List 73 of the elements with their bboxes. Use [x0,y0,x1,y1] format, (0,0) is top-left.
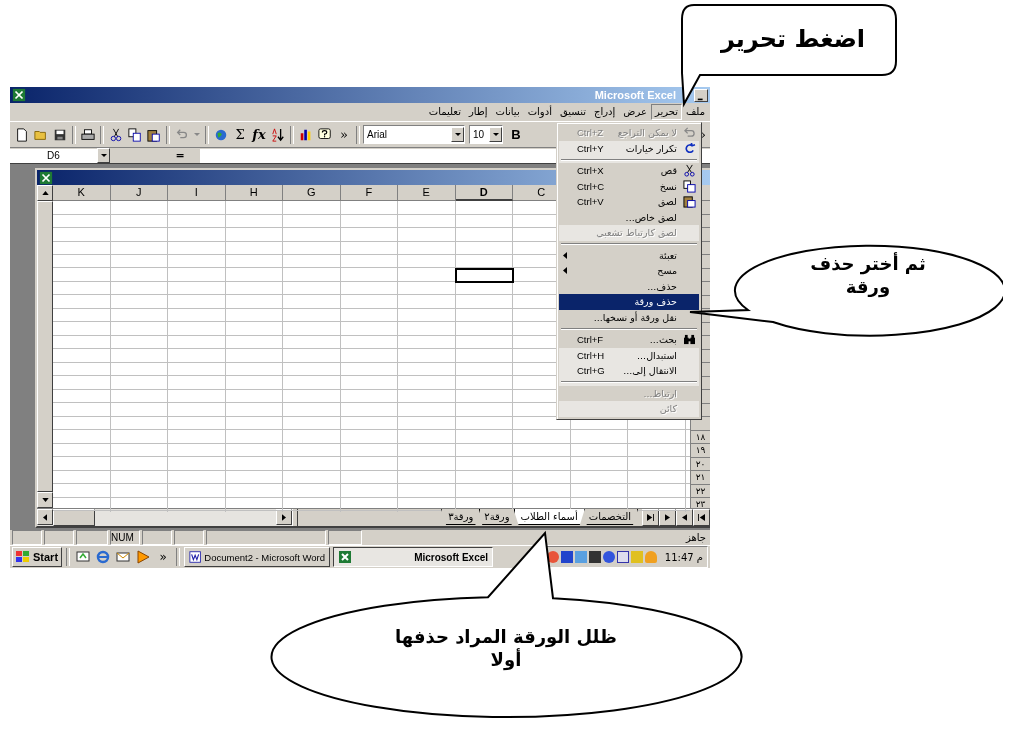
menu-item[interactable]: حذف ورقة [559,294,699,310]
column-header[interactable]: H [225,185,283,201]
status-text: جاهز [685,532,707,543]
sheet-tab[interactable]: أسماء الطلاب [513,509,585,525]
menu-item[interactable]: إطار [464,104,492,120]
undo-icon [682,127,696,139]
tray-icon[interactable] [588,551,601,563]
row-header[interactable]: ١٩ [690,444,710,458]
previous-sheet-icon[interactable] [676,509,693,526]
clock: 11:47 م [664,551,703,563]
callout-text: ظلل الورقة المراد حذفها أولا [394,625,618,672]
column-header[interactable]: G [283,185,341,201]
menu-item[interactable]: حذف... [559,278,699,294]
menu-item[interactable]: تعبئة [559,247,699,263]
autosum-button[interactable]: Σ [231,124,249,145]
bold-button[interactable]: B [507,124,525,145]
tab-splitter[interactable] [292,509,298,526]
column-header[interactable]: E [398,185,456,201]
menu-item[interactable]: تنسيق [555,104,591,120]
spreadsheet-icon [39,170,53,185]
spreadsheet-icon [338,550,353,564]
function-button[interactable]: fx [250,124,268,145]
more-buttons[interactable]: » [154,547,173,567]
equals-button[interactable]: = [160,149,200,162]
paste-icon [682,195,696,209]
scroll-up-icon[interactable] [37,185,53,201]
sheet-tab[interactable]: ورقة٢ [477,509,517,525]
first-sheet-icon[interactable] [642,509,659,526]
row-header[interactable]: ٢١ [690,471,710,485]
callout-text: ثم أختر حذف ورقة [809,252,927,299]
font-size-field[interactable]: 10 [469,125,503,144]
menu-item[interactable]: بيانات [491,104,524,120]
window-title: Microsoft Excel [594,89,676,101]
minimize-button[interactable] [694,88,708,102]
column-header[interactable]: J [110,185,168,201]
menu-item[interactable]: تعليمات [424,104,465,120]
menu-item[interactable]: مسح [559,263,699,279]
num-lock-indicator: NUM [110,530,140,545]
scroll-left-icon[interactable] [37,509,53,525]
last-sheet-icon[interactable] [693,509,710,526]
menu-item[interactable]: لصق خاص... [559,209,699,225]
scroll-right-icon[interactable] [276,509,292,525]
sheet-tab[interactable]: ورقة٣ [441,509,481,525]
scroll-thumb[interactable] [53,509,95,526]
callout-text: اضغط تحرير [719,25,867,53]
name-box[interactable]: D6 [10,148,110,163]
column-header[interactable]: I [168,185,226,201]
start-button[interactable]: Start [12,547,63,567]
cut-icon [682,164,696,178]
binoculars-icon [682,334,696,346]
font-field[interactable]: Arial [363,125,465,144]
next-sheet-icon[interactable] [659,509,676,526]
column-header[interactable]: K [53,185,111,201]
spreadsheet-icon [12,88,26,102]
taskbar-button[interactable]: Microsoft Excel [333,547,494,567]
document-icon [189,550,202,564]
menu-item[interactable]: تحرير [650,104,682,120]
scroll-down-icon[interactable] [37,492,53,508]
menu-item[interactable]: ملف [681,104,709,120]
copy-icon [682,179,696,193]
tray-icon[interactable] [616,551,629,563]
menu-item[interactable]: أدوات [523,104,556,120]
taskbar-button[interactable]: Document2 - Microsoft Word [184,547,331,567]
more-buttons[interactable]: » [335,124,353,145]
column-header[interactable]: F [340,185,398,201]
active-cell[interactable] [454,267,514,283]
menu-item[interactable]: عرض [619,104,651,120]
horizontal-scrollbar[interactable] [37,509,292,526]
sheet-tab[interactable]: التخصمات [581,509,638,525]
menu-item[interactable]: إدراج [590,104,620,120]
menu-item[interactable]: نقل ورقة أو نسخها... [559,309,699,325]
flag-icon [16,551,30,563]
column-header[interactable]: D [455,185,513,201]
